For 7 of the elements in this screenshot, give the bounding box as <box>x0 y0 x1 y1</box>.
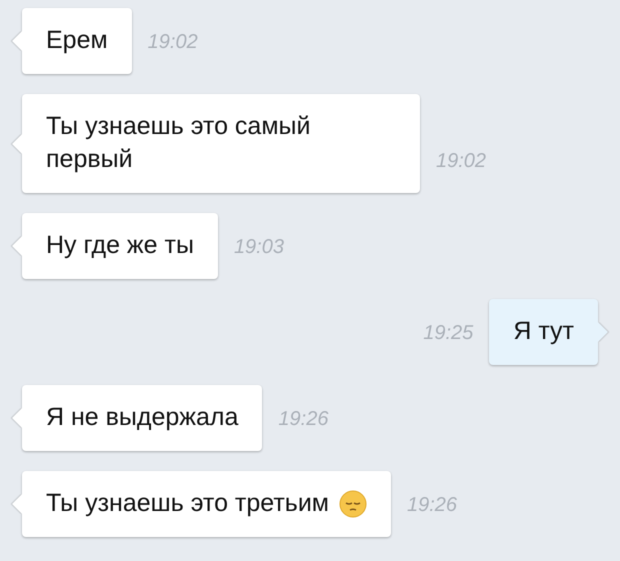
message-time: 19:25 <box>423 322 474 345</box>
message-time: 19:26 <box>406 494 458 517</box>
emoji-face-icon <box>338 490 367 518</box>
message-time: 19:03 <box>234 236 284 259</box>
message-time: 19:02 <box>436 150 486 173</box>
message-time: 19:02 <box>148 31 198 54</box>
message-time: 19:26 <box>278 408 328 431</box>
